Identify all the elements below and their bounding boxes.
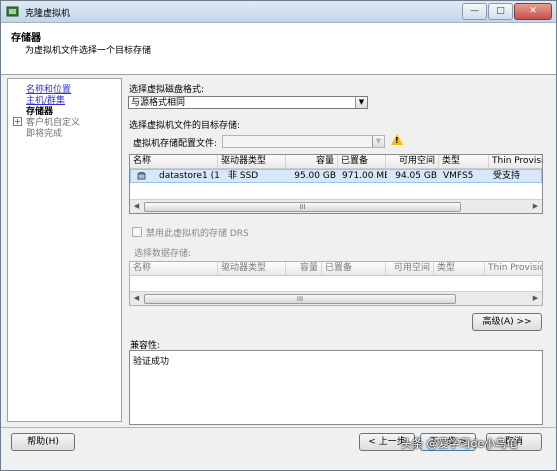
disk-format-value: 与源格式相同 (131, 98, 186, 108)
scroll-thumb[interactable]: III (144, 202, 461, 212)
col-name[interactable]: 名称 (130, 155, 218, 168)
col-type[interactable]: 类型 (439, 155, 489, 168)
horizontal-scrollbar[interactable]: ◀ III ▶ (130, 199, 542, 213)
select-datastore-label: 选择数据存储: (134, 249, 192, 259)
col-drive-type: 驱动器类型 (218, 262, 286, 275)
col-provisioned[interactable]: 已置备 (338, 155, 386, 168)
cell-type: VMFS5 (443, 171, 474, 181)
cell-thin: 受支持 (493, 171, 521, 181)
col-capacity: 容量 (286, 262, 322, 275)
col-type: 类型 (434, 262, 485, 275)
col-drive-type[interactable]: 驱动器类型 (218, 155, 286, 168)
col-thin-provisioning: Thin Provisio (485, 262, 542, 275)
scroll-thumb: III (144, 294, 456, 304)
col-thin-provisioning[interactable]: Thin Provisio (489, 155, 542, 168)
title-bar: 克隆虚拟机 — □ ✕ (1, 1, 556, 23)
table-header: 名称 驱动器类型 容量 已置备 可用空间 类型 Thin Provisio (130, 155, 542, 169)
expand-icon[interactable]: + (13, 117, 22, 126)
advanced-button[interactable]: 高级(A) >> (472, 313, 542, 331)
page-title: 存储器 (11, 33, 41, 44)
col-name: 名称 (130, 262, 218, 275)
col-free-space: 可用空间 (386, 262, 434, 275)
datastore-table[interactable]: 名称 驱动器类型 容量 已置备 可用空间 类型 Thin Provisio da… (129, 154, 543, 214)
chevron-down-icon: ▼ (372, 136, 384, 147)
table-row[interactable]: datastore1 (1) 非 SSD 95.00 GB 971.00 MB … (130, 169, 542, 183)
wizard-nav: 名称和位置 主机/群集 存储器 + 客户机自定义 即将完成 (7, 78, 122, 422)
col-capacity[interactable]: 容量 (286, 155, 338, 168)
vm-profile-select[interactable]: ▼ (222, 135, 385, 148)
cell-drive-type: 非 SSD (228, 171, 259, 181)
table-header: 名称 驱动器类型 容量 已置备 可用空间 类型 Thin Provisio (130, 262, 542, 276)
footer-divider (1, 427, 556, 428)
scroll-left-icon[interactable]: ◀ (131, 201, 142, 211)
minimize-button[interactable]: — (462, 3, 487, 20)
disk-format-select[interactable]: 与源格式相同 ▼ (128, 96, 368, 109)
col-provisioned: 已置备 (322, 262, 386, 275)
page-subtitle: 为虚拟机文件选择一个目标存储 (25, 46, 152, 56)
clone-vm-window: 克隆虚拟机 — □ ✕ 存储器 为虚拟机文件选择一个目标存储 名称和位置 主机/… (0, 0, 557, 471)
cell-name: datastore1 (1) (159, 171, 219, 181)
warning-mark: ! (395, 136, 399, 145)
scroll-right-icon[interactable]: ▶ (530, 201, 541, 211)
help-button[interactable]: 帮助(H) (11, 433, 75, 451)
disk-format-label: 选择虚拟磁盘格式: (129, 85, 205, 95)
datastore-select-table: 名称 驱动器类型 容量 已置备 可用空间 类型 Thin Provisio ◀ … (129, 261, 543, 306)
col-free-space[interactable]: 可用空间 (386, 155, 439, 168)
app-icon (6, 6, 19, 17)
wizard-header: 存储器 为虚拟机文件选择一个目标存储 (1, 23, 556, 75)
horizontal-scrollbar: ◀ III ▶ (130, 291, 542, 305)
datastore-icon (137, 172, 146, 180)
cell-free-space: 94.05 GB (395, 171, 437, 181)
cell-capacity: 95.00 GB (294, 171, 336, 181)
vm-profile-label: 虚拟机存储配置文件: (133, 139, 218, 149)
compatibility-box: 验证成功 (129, 350, 543, 425)
window-title: 克隆虚拟机 (25, 9, 71, 19)
close-button[interactable]: ✕ (514, 3, 552, 20)
drs-checkbox[interactable] (132, 227, 142, 237)
scroll-right-icon: ▶ (532, 294, 539, 302)
nav-item-ready-to-complete: 即将完成 (26, 129, 63, 139)
drs-label: 禁用此虚拟机的存储 DRS (146, 229, 249, 239)
maximize-button[interactable]: □ (488, 3, 513, 20)
chevron-down-icon: ▼ (355, 97, 367, 108)
watermark-text: 头条 @爱学习de小乌龟 (401, 437, 518, 450)
compatibility-value: 验证成功 (133, 357, 170, 367)
scroll-left-icon: ◀ (133, 294, 140, 302)
cell-provisioned: 971.00 MB (342, 171, 387, 181)
target-storage-label: 选择虚拟机文件的目标存储: (129, 121, 241, 131)
